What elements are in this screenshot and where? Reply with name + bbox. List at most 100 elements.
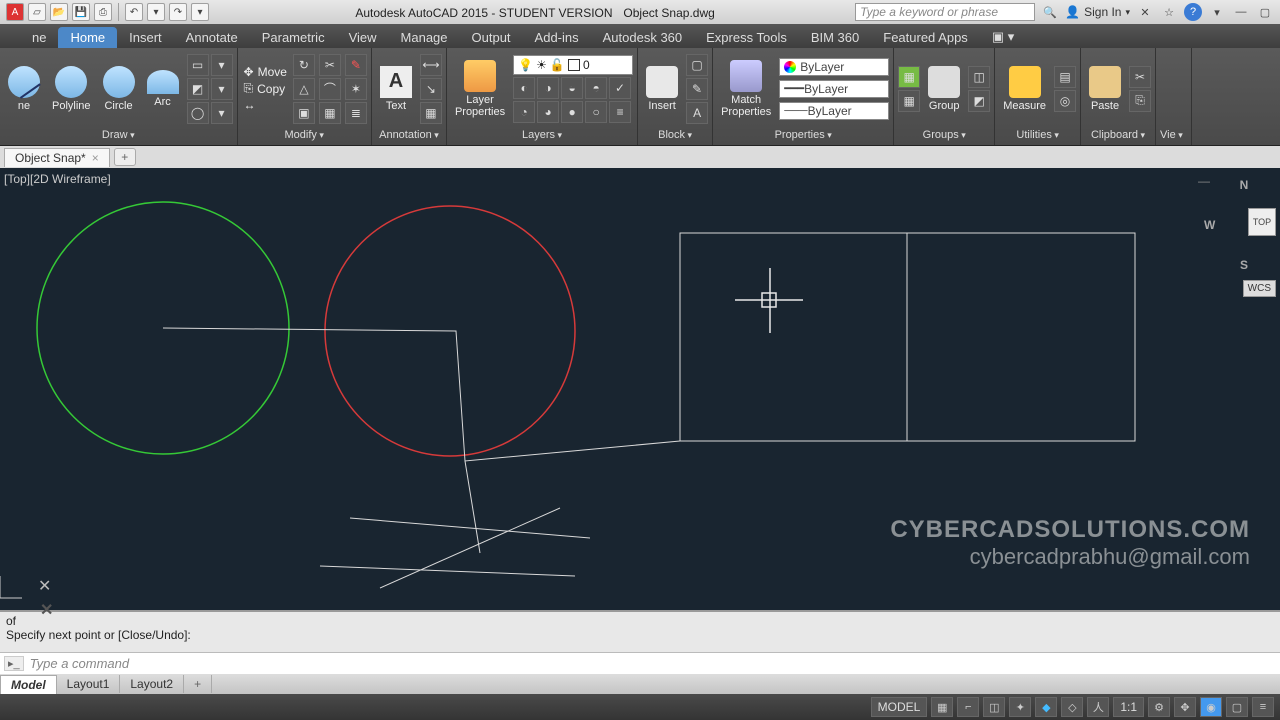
viewcube-top[interactable]: TOP: [1248, 208, 1276, 236]
create-block-icon[interactable]: ▢: [686, 54, 708, 76]
polar-icon[interactable]: ✦: [1009, 697, 1031, 717]
pan-icon[interactable]: ✥: [1174, 697, 1196, 717]
ls2-icon[interactable]: ◑: [537, 77, 559, 99]
cmd-caret-icon[interactable]: ▸_: [4, 656, 24, 671]
panel-title-draw[interactable]: Draw: [4, 127, 233, 143]
ls7-icon[interactable]: ◕: [537, 101, 559, 123]
undo-icon[interactable]: ↶: [125, 3, 143, 21]
group-button[interactable]: Group: [924, 64, 964, 114]
color-combo[interactable]: ByLayer: [779, 58, 889, 76]
insert-block-button[interactable]: Insert: [642, 64, 682, 114]
redo-drop-icon[interactable]: ▾: [191, 3, 209, 21]
ls3-icon[interactable]: ◒: [561, 77, 583, 99]
viewcube[interactable]: N W S TOP: [1216, 178, 1272, 278]
minimize-vp-icon[interactable]: —: [1198, 174, 1210, 188]
layout-2[interactable]: Layout2: [120, 675, 184, 693]
anno-scale[interactable]: 1:1: [1113, 697, 1144, 717]
close-cmd-icon[interactable]: ✕: [40, 600, 53, 620]
panel-title-groups[interactable]: Groups: [898, 127, 990, 143]
g2-icon[interactable]: ▦: [898, 90, 920, 112]
saveas-icon[interactable]: ⎙: [94, 3, 112, 21]
panel-title-block[interactable]: Block: [642, 127, 708, 143]
rotate-icon[interactable]: ↻: [293, 54, 315, 76]
custom-icon[interactable]: ≡: [1252, 697, 1274, 717]
erase-icon[interactable]: ✎: [345, 54, 367, 76]
mirror-icon[interactable]: △: [293, 78, 315, 100]
u1-icon[interactable]: ▤: [1054, 66, 1076, 88]
drawing-canvas[interactable]: [Top][2D Wireframe] ✕ CYBERCADSOLUTIONS.…: [0, 168, 1280, 610]
ls9-icon[interactable]: ○: [585, 101, 607, 123]
fillet-icon[interactable]: ⌒: [319, 78, 341, 100]
save-icon[interactable]: 💾: [72, 3, 90, 21]
viewcube-w[interactable]: W: [1204, 218, 1215, 232]
file-tab[interactable]: Object Snap*×: [4, 148, 110, 167]
snap-icon[interactable]: ⌐: [957, 697, 979, 717]
polyline-button[interactable]: Polyline: [48, 64, 95, 114]
maximize-icon[interactable]: ▢: [1256, 3, 1274, 21]
minimize-icon[interactable]: —: [1232, 3, 1250, 21]
tab-home[interactable]: Home: [58, 27, 117, 48]
g3-icon[interactable]: ◫: [968, 66, 990, 88]
tab-view[interactable]: View: [337, 27, 389, 48]
stay-connected-icon[interactable]: ☆: [1160, 3, 1178, 21]
cut-icon[interactable]: ✂: [1129, 66, 1151, 88]
explode-icon[interactable]: ✶: [345, 78, 367, 100]
tab-insert[interactable]: Insert: [117, 27, 174, 48]
ls10-icon[interactable]: ≡: [609, 101, 631, 123]
ellipse-icon[interactable]: ◯: [187, 102, 209, 124]
ls1-icon[interactable]: ◐: [513, 77, 535, 99]
circle-button[interactable]: Circle: [99, 64, 139, 114]
panel-title-utilities[interactable]: Utilities: [999, 127, 1076, 143]
layer-props-button[interactable]: Layer Properties: [451, 58, 509, 120]
tab-addins[interactable]: Add-ins: [523, 27, 591, 48]
viewcube-n[interactable]: N: [1240, 178, 1249, 192]
command-input[interactable]: Type a command: [30, 656, 129, 671]
close-tab-icon[interactable]: ×: [92, 151, 99, 165]
iso-icon[interactable]: ◉: [1200, 697, 1222, 717]
tab-bim360[interactable]: BIM 360: [799, 27, 871, 48]
match-props-button[interactable]: Match Properties: [717, 58, 775, 120]
stretch-button[interactable]: ↔: [242, 98, 289, 112]
dd3-icon[interactable]: ▾: [211, 102, 233, 124]
copy-button[interactable]: ⎘Copy: [242, 81, 289, 96]
copyclip-icon[interactable]: ⎘: [1129, 90, 1151, 112]
linetype-combo[interactable]: ─── ByLayer: [779, 102, 889, 120]
move-button[interactable]: ✥Move: [242, 65, 289, 79]
tab-output[interactable]: Output: [460, 27, 523, 48]
panel-title-layers[interactable]: Layers: [451, 127, 633, 143]
array-icon[interactable]: ▦: [319, 102, 341, 124]
status-model[interactable]: MODEL: [871, 697, 928, 717]
line-button[interactable]: ne: [4, 64, 44, 114]
open-icon[interactable]: 📂: [50, 3, 68, 21]
help-drop-icon[interactable]: ▾: [1208, 3, 1226, 21]
tab-a360[interactable]: Autodesk 360: [591, 27, 695, 48]
dim-icon[interactable]: ⟷: [420, 54, 442, 76]
tab-express[interactable]: Express Tools: [694, 27, 799, 48]
exchange-icon[interactable]: ✕: [1136, 3, 1154, 21]
dd2-icon[interactable]: ▾: [211, 78, 233, 100]
gear-icon[interactable]: ⚙: [1148, 697, 1170, 717]
trim-icon[interactable]: ✂: [319, 54, 341, 76]
clean-icon[interactable]: ▢: [1226, 697, 1248, 717]
new-icon[interactable]: ▱: [28, 3, 46, 21]
lwt-icon[interactable]: 人: [1087, 697, 1109, 717]
tab-featured[interactable]: Featured Apps: [871, 27, 980, 48]
g1-icon[interactable]: ▦: [898, 66, 920, 88]
scale-icon[interactable]: ▣: [293, 102, 315, 124]
search-go-icon[interactable]: 🔍: [1041, 3, 1059, 21]
arc-button[interactable]: Arc: [143, 68, 183, 110]
leader-icon[interactable]: ↘: [420, 78, 442, 100]
panel-title-properties[interactable]: Properties: [717, 127, 889, 143]
ls8-icon[interactable]: ●: [561, 101, 583, 123]
measure-button[interactable]: Measure: [999, 64, 1050, 114]
rect-icon[interactable]: ▭: [187, 54, 209, 76]
help-icon[interactable]: ?: [1184, 3, 1202, 21]
redo-icon[interactable]: ↷: [169, 3, 187, 21]
tab-extras-icon[interactable]: ▣ ▾: [980, 26, 1026, 48]
attr-icon[interactable]: A: [686, 102, 708, 124]
dd1-icon[interactable]: ▾: [211, 54, 233, 76]
paste-button[interactable]: Paste: [1085, 64, 1125, 114]
tab-parametric[interactable]: Parametric: [250, 27, 337, 48]
ortho-icon[interactable]: ◫: [983, 697, 1005, 717]
wcs-label[interactable]: WCS: [1243, 280, 1276, 297]
